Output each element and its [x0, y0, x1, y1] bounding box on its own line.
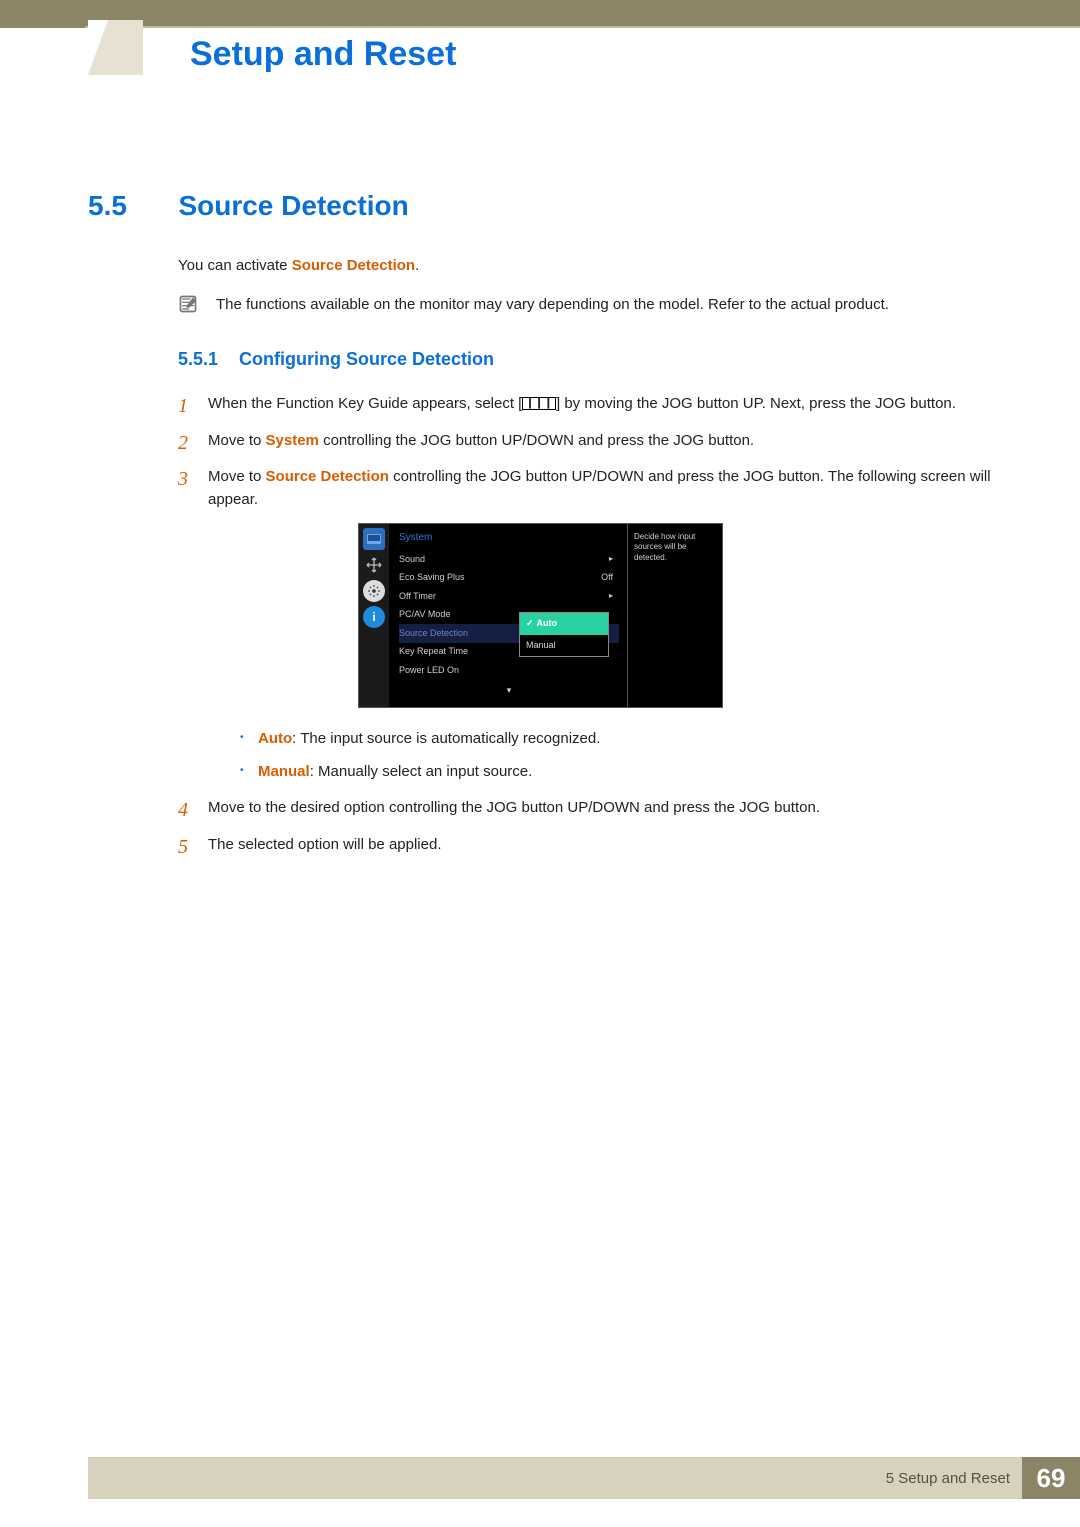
- section-heading: 5.5 Source Detection: [88, 190, 992, 222]
- osd-option-manual: Manual: [520, 635, 608, 657]
- footer-chapter: 5 Setup and Reset: [886, 1470, 1010, 1487]
- top-bar: [0, 0, 1080, 28]
- bullet-manual-desc: : Manually select an input source.: [310, 763, 533, 780]
- gear-icon: [363, 580, 385, 602]
- section-number: 5.5: [88, 190, 174, 222]
- step-5: The selected option will be applied.: [178, 834, 992, 857]
- intro-sentence: You can activate Source Detection.: [178, 255, 992, 278]
- osd-title: System: [399, 530, 619, 545]
- intro-term: Source Detection: [292, 257, 415, 274]
- bullet-auto-desc: : The input source is automatically reco…: [292, 730, 600, 747]
- intro-prefix: You can activate: [178, 257, 292, 274]
- chevron-down-icon: ▾: [399, 684, 619, 698]
- subsection-title: Configuring Source Detection: [239, 349, 494, 369]
- bullet-manual: Manual: Manually select an input source.: [240, 761, 992, 784]
- step-3-term: Source Detection: [266, 468, 389, 485]
- option-bullets: Auto: The input source is automatically …: [240, 728, 992, 783]
- intro-suffix: .: [415, 257, 419, 274]
- note-row: The functions available on the monitor m…: [178, 294, 992, 317]
- content-area: You can activate Source Detection. The f…: [178, 255, 992, 870]
- step-2a: Move to: [208, 432, 266, 449]
- chapter-title: Setup and Reset: [190, 35, 456, 74]
- steps-list: When the Function Key Guide appears, sel…: [178, 393, 992, 856]
- info-icon: i: [363, 606, 385, 628]
- page-footer: 5 Setup and Reset 69: [88, 1457, 1080, 1499]
- osd-sidebar: i: [359, 524, 389, 707]
- note-icon: [178, 294, 198, 314]
- step-2-system: System: [266, 432, 319, 449]
- step-2: Move to System controlling the JOG butto…: [178, 430, 992, 453]
- bullet-manual-term: Manual: [258, 763, 310, 780]
- section-title: Source Detection: [178, 190, 408, 221]
- picture-icon: [363, 528, 385, 550]
- bullet-auto: Auto: The input source is automatically …: [240, 728, 992, 751]
- check-icon: ✓: [526, 618, 534, 628]
- note-text: The functions available on the monitor m…: [216, 294, 889, 317]
- osd-tooltip: Decide how input sources will be detecte…: [627, 524, 722, 707]
- menu-icon: ❙❙❙: [522, 397, 556, 410]
- step-2b: controlling the JOG button UP/DOWN and p…: [319, 432, 754, 449]
- osd-dropdown: ✓Auto Manual: [519, 612, 609, 657]
- bullet-auto-term: Auto: [258, 730, 292, 747]
- info-glyph: i: [372, 608, 375, 626]
- subsection-heading: 5.5.1 Configuring Source Detection: [178, 346, 992, 373]
- osd-screenshot: i System Sound▸ Eco Saving PlusOff Off T…: [358, 523, 992, 708]
- osd-item-powerled: Power LED On: [399, 661, 619, 680]
- step-1: When the Function Key Guide appears, sel…: [178, 393, 992, 416]
- step-1a: When the Function Key Guide appears, sel…: [208, 395, 522, 412]
- footer-page-number: 69: [1022, 1457, 1080, 1499]
- step-3: Move to Source Detection controlling the…: [178, 466, 992, 783]
- osd-option-auto: ✓Auto: [520, 613, 608, 635]
- step-4: Move to the desired option controlling t…: [178, 797, 992, 820]
- subsection-number: 5.5.1: [178, 346, 234, 373]
- osd-item-eco: Eco Saving PlusOff: [399, 569, 619, 588]
- step-1b: ] by moving the JOG button UP. Next, pre…: [556, 395, 956, 412]
- arrows-icon: [363, 554, 385, 576]
- osd-item-sound: Sound▸: [399, 550, 619, 569]
- osd-item-offtimer: Off Timer▸: [399, 587, 619, 606]
- osd-main: System Sound▸ Eco Saving PlusOff Off Tim…: [389, 524, 627, 707]
- osd-panel: i System Sound▸ Eco Saving PlusOff Off T…: [358, 523, 723, 708]
- chapter-badge: [88, 20, 143, 75]
- step-3a: Move to: [208, 468, 266, 485]
